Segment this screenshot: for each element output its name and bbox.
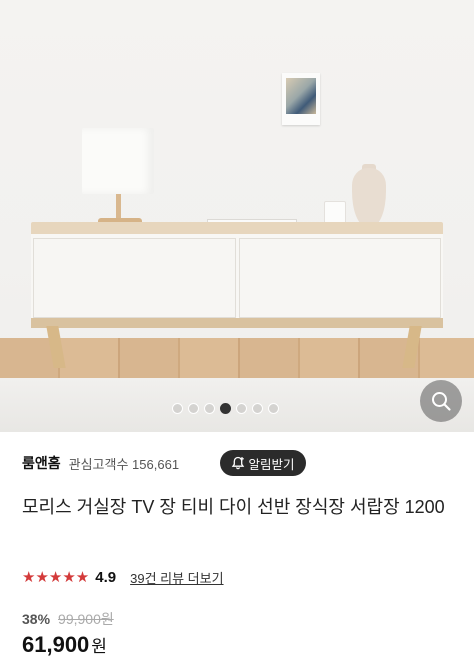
original-price: 99,900원 bbox=[58, 611, 114, 627]
bell-plus-icon bbox=[232, 456, 245, 470]
shop-fans-count: 관심고객수 156,661 bbox=[68, 456, 180, 472]
gallery-dot[interactable] bbox=[204, 403, 215, 414]
gallery-dot[interactable] bbox=[220, 403, 231, 414]
gallery-dot[interactable] bbox=[236, 403, 247, 414]
rating-score: 4.9 bbox=[95, 568, 117, 586]
sale-price-unit: 원 bbox=[91, 637, 107, 656]
price-discount-row: 38% 99,900원 bbox=[22, 609, 114, 629]
rating-stars: ★★★★★ bbox=[22, 568, 90, 586]
cabinet-drawer-right bbox=[239, 238, 441, 318]
lamp-stem bbox=[116, 194, 121, 220]
gallery-dot[interactable] bbox=[172, 403, 183, 414]
vase bbox=[352, 168, 386, 226]
shop-row: 룸앤홈 관심고객수 156,661 알림받기 bbox=[22, 450, 462, 476]
follow-shop-button[interactable]: 알림받기 bbox=[220, 450, 306, 476]
shop-brand-name[interactable]: 룸앤홈 bbox=[22, 453, 61, 473]
image-search-button[interactable] bbox=[420, 380, 462, 422]
gallery-dot[interactable] bbox=[268, 403, 279, 414]
cabinet-bottom bbox=[31, 318, 443, 328]
wall-photo-decoration bbox=[282, 73, 320, 125]
rating-row: ★★★★★ 4.9 39건 리뷰 더보기 bbox=[22, 567, 224, 587]
reviews-link[interactable]: 39건 리뷰 더보기 bbox=[130, 568, 223, 587]
gallery-dot[interactable] bbox=[252, 403, 263, 414]
gallery-dot[interactable] bbox=[188, 403, 199, 414]
product-image-gallery[interactable] bbox=[0, 0, 474, 432]
sale-price-amount: 61,900 bbox=[22, 632, 90, 657]
cabinet-drawer-left bbox=[33, 238, 236, 318]
lamp-shade bbox=[82, 128, 154, 194]
gallery-pagination bbox=[172, 403, 279, 414]
sale-price: 61,900 원 bbox=[22, 632, 107, 658]
search-icon bbox=[432, 392, 451, 411]
follow-shop-label: 알림받기 bbox=[248, 457, 295, 472]
discount-rate: 38% bbox=[22, 611, 51, 627]
product-title: 모리스 거실장 TV 장 티비 다이 선반 장식장 서랍장 1200 bbox=[22, 497, 445, 517]
